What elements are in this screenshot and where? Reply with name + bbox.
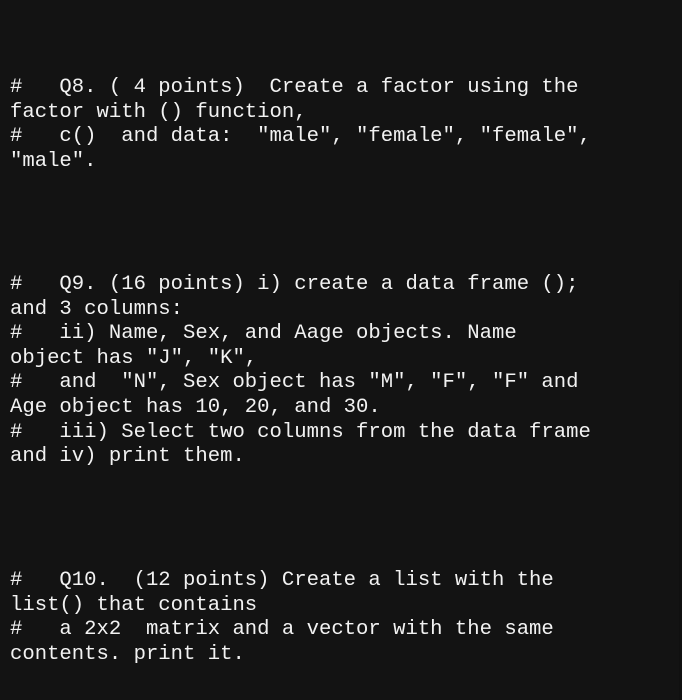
code-line: # ii) Name, Sex, and Aage objects. Name [10, 322, 517, 346]
code-line: # Q8. ( 4 points) Create a factor using … [10, 76, 579, 99]
question-9-comment: # Q9. (16 points) i) create a data frame… [10, 273, 678, 470]
code-line: object has "J", "K", [10, 346, 258, 370]
code-line: and iv) print them. [10, 445, 245, 469]
code-line: # a 2x2 matrix and a vector with the sam… [10, 618, 554, 642]
question-10-comment: # Q10. (12 points) Create a list with th… [10, 569, 678, 667]
code-line: list() that contains [10, 593, 258, 617]
code-line: # and "N", Sex object has "M", "F", "F" … [10, 371, 579, 395]
code-line: contents. print it. [10, 642, 245, 666]
question-8-comment: # Q8. ( 4 points) Create a factor using … [10, 76, 678, 174]
code-line: factor with () function, [10, 100, 307, 124]
code-editor[interactable]: # Q8. ( 4 points) Create a factor using … [0, 0, 682, 700]
code-line: # c() and data: "male", "female", "femal… [10, 125, 591, 149]
code-line: "male". [10, 149, 97, 173]
code-line: # Q9. (16 points) i) create a data frame… [10, 273, 579, 296]
code-line: and 3 columns: [10, 297, 184, 321]
code-line: Age object has 10, 20, and 30. [10, 395, 381, 419]
code-line: # Q10. (12 points) Create a list with th… [10, 569, 554, 592]
code-line: # iii) Select two columns from the data … [10, 420, 591, 444]
